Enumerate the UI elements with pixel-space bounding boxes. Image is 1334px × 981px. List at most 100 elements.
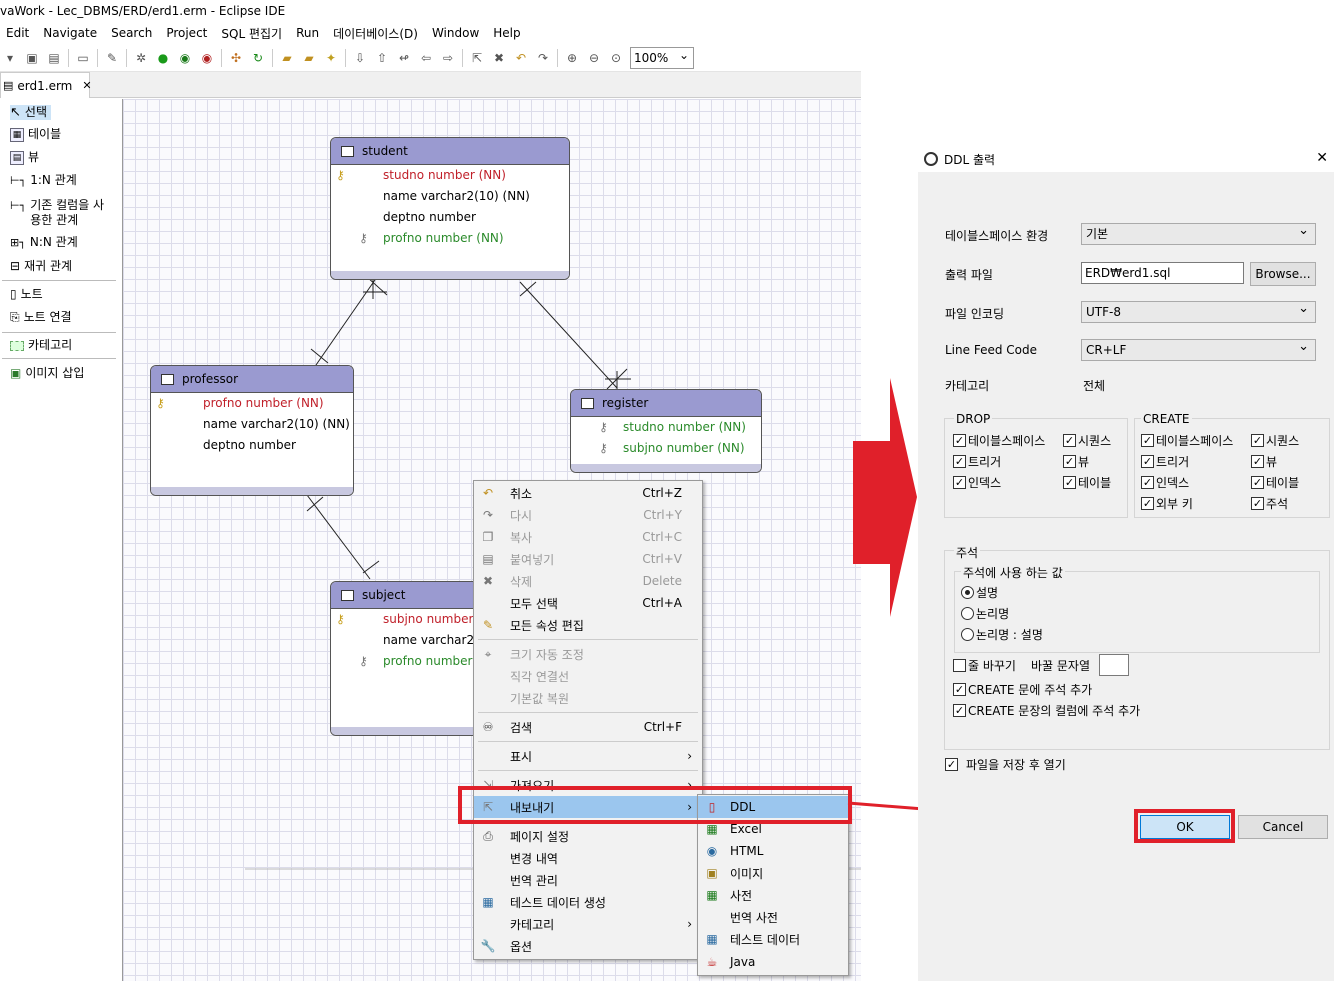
- palette-item-1n-relation[interactable]: ⊢┐ 1:N 관계: [10, 173, 77, 188]
- linefeed-select[interactable]: CR+LF: [1081, 337, 1316, 361]
- entity-professor[interactable]: professor ⚷ profno number (NN) name varc…: [150, 365, 354, 496]
- palette-item-note[interactable]: ▯ 노트: [10, 287, 43, 302]
- export-item-java[interactable]: ☕ Java: [698, 951, 848, 973]
- wrap-char-input[interactable]: [1099, 654, 1129, 676]
- zoom-out-icon[interactable]: ⊖: [586, 50, 602, 66]
- palette-item-insert-image[interactable]: ▣ 이미지 삽입: [10, 366, 84, 381]
- back-icon[interactable]: ⇦: [418, 50, 434, 66]
- menu-item-auto-resize[interactable]: ⌖ 크기 자동 조정: [474, 643, 702, 665]
- palette-item-existing-column-relation[interactable]: ⊢┐ 기존 컬럼을 사 용한 관계: [10, 198, 104, 228]
- open-after-save-checkbox[interactable]: ✓ 파일을 저장 후 열기: [945, 756, 1066, 773]
- save-all-icon[interactable]: ▤: [46, 50, 62, 66]
- prev-annotation-icon[interactable]: ⇧: [374, 50, 390, 66]
- zoom-in-icon[interactable]: ⊕: [564, 50, 580, 66]
- menu-item-generate-test-data[interactable]: ▦ 테스트 데이터 생성: [474, 891, 702, 913]
- last-edit-icon[interactable]: ↫: [396, 50, 412, 66]
- refresh-icon[interactable]: ↻: [250, 50, 266, 66]
- palette-item-category[interactable]: 카테고리: [10, 338, 72, 353]
- palette-item-view[interactable]: ▤ 뷰: [10, 150, 39, 165]
- export-item-image[interactable]: ▣ 이미지: [698, 862, 848, 884]
- comment-option-logical-name[interactable]: 논리명: [961, 605, 1009, 622]
- menu-item-display[interactable]: 표시 ›: [474, 745, 702, 767]
- create-foreign-key-checkbox[interactable]: ✓ 외부 키: [1141, 495, 1193, 512]
- menu-item-right-angle-line[interactable]: 직각 연결선: [474, 665, 702, 687]
- folder-icon[interactable]: ▰: [301, 50, 317, 66]
- menu-project[interactable]: Project: [166, 26, 207, 40]
- wrap-checkbox[interactable]: 줄 바꾸기: [953, 657, 1016, 674]
- delete-icon[interactable]: ✖: [491, 50, 507, 66]
- package-icon[interactable]: ✣: [228, 50, 244, 66]
- palette-item-note-connection[interactable]: ⎘ 노트 연결: [10, 310, 72, 325]
- export-item-translation-dictionary[interactable]: 번역 사전: [698, 906, 848, 928]
- external-tools-icon[interactable]: ◉: [199, 50, 215, 66]
- forward-icon[interactable]: ⇨: [440, 50, 456, 66]
- output-file-input[interactable]: ERD₩erd1.sql: [1081, 262, 1244, 284]
- wand-icon[interactable]: ✦: [323, 50, 339, 66]
- menu-help[interactable]: Help: [493, 26, 520, 40]
- editor-tab[interactable]: ▤ erd1.erm ✕: [0, 72, 92, 98]
- drop-tablespace-checkbox[interactable]: ✓ 테이블스페이스: [953, 432, 1045, 449]
- menu-window[interactable]: Window: [432, 26, 479, 40]
- zoom-select[interactable]: 100%: [630, 45, 694, 69]
- export-item-test-data[interactable]: ▦ 테스트 데이터: [698, 928, 848, 950]
- menu-navigate[interactable]: Navigate: [43, 26, 97, 40]
- menu-item-paste[interactable]: ▤ 붙여넣기 Ctrl+V: [474, 548, 702, 570]
- menu-item-category[interactable]: 카테고리 ›: [474, 913, 702, 935]
- export-icon[interactable]: ⇱: [469, 50, 485, 66]
- comment-option-description[interactable]: 설명: [961, 584, 998, 601]
- entity-register[interactable]: register ⚷ studno number (NN) ⚷ subjno n…: [570, 389, 762, 473]
- export-item-html[interactable]: ◉ HTML: [698, 840, 848, 862]
- drop-index-checkbox[interactable]: ✓ 인덱스: [953, 474, 1001, 491]
- menu-item-change-history[interactable]: 변경 내역: [474, 847, 702, 869]
- create-tablespace-checkbox[interactable]: ✓ 테이블스페이스: [1141, 432, 1233, 449]
- menu-item-edit-all-attributes[interactable]: ✎ 모든 속성 편집: [474, 614, 702, 636]
- menu-sql-editor[interactable]: SQL 편집기: [221, 25, 282, 42]
- add-comment-columns-checkbox[interactable]: ✓ CREATE 문장의 컬럼에 주석 추가: [953, 702, 1140, 719]
- comment-option-logical-name-description[interactable]: 논리명 : 설명: [961, 626, 1043, 643]
- menu-item-select-all[interactable]: 모두 선택 Ctrl+A: [474, 592, 702, 614]
- next-annotation-icon[interactable]: ⇩: [352, 50, 368, 66]
- menu-database[interactable]: 데이터베이스(D): [333, 25, 418, 42]
- encoding-select[interactable]: UTF-8: [1081, 299, 1316, 323]
- palette-item-select[interactable]: ↖ 선택: [10, 105, 51, 120]
- open-folder-icon[interactable]: ▰: [279, 50, 295, 66]
- close-icon[interactable]: ✕: [1316, 150, 1328, 166]
- menu-item-restore-default[interactable]: 기본값 복원: [474, 687, 702, 709]
- close-icon[interactable]: ✕: [82, 79, 91, 92]
- drop-table-checkbox[interactable]: ✓ 테이블: [1063, 474, 1111, 491]
- menu-item-translation-management[interactable]: 번역 관리: [474, 869, 702, 891]
- menu-search[interactable]: Search: [111, 26, 152, 40]
- tablespace-select[interactable]: 기본: [1081, 221, 1316, 245]
- debug-icon[interactable]: ✲: [133, 50, 149, 66]
- palette-item-self-relation[interactable]: ⊟ 재귀 관계: [10, 259, 72, 274]
- new-icon[interactable]: ▾: [2, 50, 18, 66]
- menu-edit[interactable]: Edit: [6, 26, 29, 40]
- menu-item-options[interactable]: 🔧 옵션: [474, 935, 702, 957]
- browse-button[interactable]: Browse...: [1250, 262, 1316, 286]
- menu-item-copy[interactable]: ❐ 복사 Ctrl+C: [474, 526, 702, 548]
- create-comment-checkbox[interactable]: ✓ 주석: [1251, 495, 1288, 512]
- export-item-dictionary[interactable]: ▦ 사전: [698, 884, 848, 906]
- entity-student[interactable]: student ⚷ studno number (NN) name varcha…: [330, 137, 570, 280]
- run-icon[interactable]: ●: [155, 50, 171, 66]
- undo-icon[interactable]: ↶: [513, 50, 529, 66]
- cancel-button[interactable]: Cancel: [1238, 815, 1328, 839]
- zoom-fit-icon[interactable]: ⊙: [608, 50, 624, 66]
- add-comment-create-checkbox[interactable]: ✓ CREATE 문에 주석 추가: [953, 681, 1092, 698]
- create-sequence-checkbox[interactable]: ✓ 시퀀스: [1251, 432, 1299, 449]
- redo-icon[interactable]: ↷: [535, 50, 551, 66]
- palette-item-table[interactable]: ▦ 테이블: [10, 127, 61, 142]
- create-index-checkbox[interactable]: ✓ 인덱스: [1141, 474, 1189, 491]
- menu-item-undo[interactable]: ↶ 취소 Ctrl+Z: [474, 482, 702, 504]
- palette-item-nn-relation[interactable]: ⊞┐ N:N 관계: [10, 235, 78, 250]
- create-table-checkbox[interactable]: ✓ 테이블: [1251, 474, 1299, 491]
- drop-view-checkbox[interactable]: ✓ 뷰: [1063, 453, 1089, 470]
- save-icon[interactable]: ▣: [24, 50, 40, 66]
- menu-item-delete[interactable]: ✖ 삭제 Delete: [474, 570, 702, 592]
- pin-icon[interactable]: ✎: [104, 50, 120, 66]
- drop-sequence-checkbox[interactable]: ✓ 시퀀스: [1063, 432, 1111, 449]
- monitor-icon[interactable]: ▭: [75, 50, 91, 66]
- coverage-icon[interactable]: ◉: [177, 50, 193, 66]
- menu-item-redo[interactable]: ↷ 다시 Ctrl+Y: [474, 504, 702, 526]
- menu-item-search[interactable]: ♾ 검색 Ctrl+F: [474, 716, 702, 738]
